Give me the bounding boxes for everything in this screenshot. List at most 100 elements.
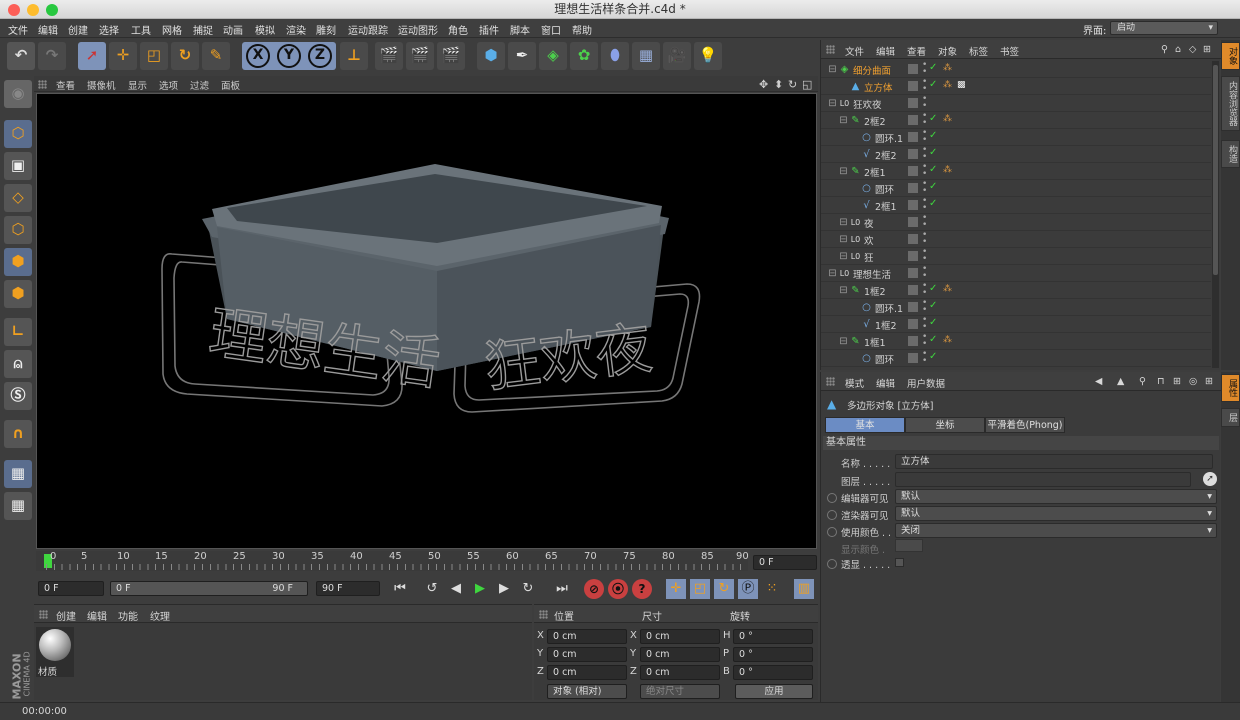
object-row[interactable]: ⊟ ✎ 2框1 • • ✓ ⁂ <box>821 163 1211 180</box>
object-row[interactable]: ⊟ ✎ 1框1 • • ✓ ⁂ <box>821 333 1211 350</box>
material-menu-edit[interactable]: 编辑 <box>87 608 107 623</box>
menu-render[interactable]: 渲染 <box>286 22 306 37</box>
menu-script[interactable]: 脚本 <box>510 22 530 37</box>
tab-coordinates[interactable]: 坐标 <box>905 417 985 433</box>
record-point-level-icon[interactable]: ⁙ <box>762 579 782 599</box>
layer-swatch[interactable] <box>908 336 918 346</box>
material-swatch[interactable]: 材质 <box>36 627 74 678</box>
expand-toggle-icon[interactable] <box>849 132 860 143</box>
object-row[interactable]: ○ 圆环.1 • • ✓ <box>821 299 1211 316</box>
rotation-b-field[interactable]: 0 ° <box>733 665 813 680</box>
enabled-check-icon[interactable]: ✓ <box>929 351 937 362</box>
zoom-window-button[interactable] <box>46 4 58 16</box>
editor-visible-select[interactable]: 默认 ▾ <box>895 489 1217 504</box>
phong-tag-icon[interactable]: ⁂ <box>943 63 952 73</box>
object-name[interactable]: 狂欢夜 <box>853 97 882 111</box>
menu-simulate[interactable]: 模拟 <box>255 22 275 37</box>
live-selection-icon[interactable]: ✎ <box>202 42 230 70</box>
floor-icon[interactable]: ▦ <box>632 42 660 70</box>
expand-toggle-icon[interactable]: ⊟ <box>838 285 849 296</box>
menu-tools[interactable]: 工具 <box>131 22 151 37</box>
previous-frame-icon[interactable]: ◀ <box>446 579 466 599</box>
position-x-field[interactable]: 0 cm <box>547 629 627 644</box>
name-field[interactable]: 立方体 <box>895 454 1213 469</box>
search-icon[interactable]: ⚲ <box>1139 376 1146 387</box>
filter-icon[interactable]: ◇ <box>1189 44 1196 55</box>
expand-toggle-icon[interactable] <box>849 200 860 211</box>
menu-select[interactable]: 选择 <box>99 22 119 37</box>
texture-mode-icon[interactable]: ▣ <box>4 152 32 180</box>
visibility-dots-icon[interactable]: • • <box>922 214 927 230</box>
viewport-move-icon[interactable]: ✥ <box>759 78 768 91</box>
expand-toggle-icon[interactable] <box>838 81 849 92</box>
coordinate-mode-select[interactable]: 对象 (相对) <box>547 684 627 699</box>
om-menu-objects[interactable]: 对象 <box>938 44 957 58</box>
animate-radio[interactable] <box>827 510 837 520</box>
layer-swatch[interactable] <box>908 115 918 125</box>
expand-toggle-icon[interactable]: ⊟ <box>838 217 849 228</box>
camera-icon[interactable]: 🎥 <box>663 42 691 70</box>
layer-swatch[interactable] <box>908 98 918 108</box>
visibility-dots-icon[interactable]: • • <box>922 350 927 366</box>
object-row[interactable]: ○ 圆环.1 • • ✓ <box>821 129 1211 146</box>
y-axis-lock-icon[interactable]: Y <box>277 44 301 68</box>
new-window-icon[interactable]: ⊞ <box>1205 376 1213 387</box>
timeline-ruler[interactable]: 0 5 10 15 20 25 30 35 40 45 50 55 60 65 … <box>36 551 749 571</box>
am-menu-mode[interactable]: 模式 <box>845 376 864 390</box>
object-row[interactable]: ▲ 立方体 • • ✓ ⁂ ▩ <box>821 78 1211 95</box>
model-mode-icon[interactable]: ⬡ <box>4 120 32 148</box>
magnet-icon[interactable]: ∩ <box>4 420 32 448</box>
menu-plugins[interactable]: 插件 <box>479 22 499 37</box>
redo-icon[interactable]: ↷ <box>38 42 66 70</box>
record-keys-icon[interactable]: ⊘ <box>584 579 604 599</box>
animate-radio[interactable] <box>827 527 837 537</box>
menu-window[interactable]: 窗口 <box>541 22 561 37</box>
home-icon[interactable]: ⌂ <box>1175 44 1181 55</box>
use-color-select[interactable]: 关闭 ▾ <box>895 523 1217 538</box>
menu-file[interactable]: 文件 <box>8 22 28 37</box>
tab-basic[interactable]: 基本 <box>825 417 905 433</box>
grip-icon[interactable] <box>39 610 48 619</box>
om-menu-view[interactable]: 查看 <box>907 44 926 58</box>
visibility-dots-icon[interactable]: • • <box>922 299 927 315</box>
om-menu-bookmarks[interactable]: 书签 <box>1000 44 1019 58</box>
object-name[interactable]: 细分曲面 <box>853 63 891 77</box>
object-name[interactable]: 理想生活 <box>853 267 891 281</box>
layer-swatch[interactable] <box>908 285 918 295</box>
layer-pick-icon[interactable]: ➚ <box>1203 472 1217 486</box>
deformer-icon[interactable]: ⬮ <box>601 42 629 70</box>
size-x-field[interactable]: 0 cm <box>640 629 720 644</box>
visibility-dots-icon[interactable]: • • <box>922 112 927 128</box>
target-icon[interactable]: ◎ <box>1189 376 1197 387</box>
object-row[interactable]: ⊟ L0 欢 • • <box>821 231 1211 248</box>
om-menu-file[interactable]: 文件 <box>845 44 864 58</box>
subdivision-surface-icon[interactable]: ◈ <box>539 42 567 70</box>
render-view-icon[interactable]: 🎬 <box>375 42 403 70</box>
enabled-check-icon[interactable]: ✓ <box>929 198 937 209</box>
timeline-window-icon[interactable]: ▥ <box>794 579 814 599</box>
menu-edit[interactable]: 编辑 <box>38 22 58 37</box>
object-name[interactable]: 圆环 <box>875 182 894 196</box>
next-frame-icon[interactable]: ▶ <box>494 579 514 599</box>
expand-toggle-icon[interactable]: ⊟ <box>838 166 849 177</box>
object-row[interactable]: ⊟ ✎ 2框2 • • ✓ ⁂ <box>821 112 1211 129</box>
viewport-menu-cameras[interactable]: 摄像机 <box>87 78 116 92</box>
menu-character[interactable]: 角色 <box>448 22 468 37</box>
expand-toggle-icon[interactable]: ⊟ <box>827 268 838 279</box>
viewport-toggle-icon[interactable]: ◱ <box>802 78 812 91</box>
layer-swatch[interactable] <box>908 217 918 227</box>
display-color-swatch[interactable] <box>895 539 923 552</box>
layout-select[interactable]: 启动 ▾ <box>1110 21 1218 35</box>
visibility-dots-icon[interactable]: • • <box>922 163 927 179</box>
expand-toggle-icon[interactable] <box>849 183 860 194</box>
layer-swatch[interactable] <box>908 353 918 363</box>
minimize-window-button[interactable] <box>27 4 39 16</box>
object-row[interactable]: √ 2框1 • • ✓ <box>821 197 1211 214</box>
tab-phong[interactable]: 平滑着色(Phong) <box>985 417 1065 433</box>
tweak-mode-icon[interactable]: ⍝ <box>4 350 32 378</box>
viewport-menu-panel[interactable]: 面板 <box>221 78 240 92</box>
go-to-end-icon[interactable]: ⏭ <box>552 579 572 599</box>
visibility-dots-icon[interactable]: • • <box>922 95 927 111</box>
grip-icon[interactable] <box>826 45 835 54</box>
enabled-check-icon[interactable]: ✓ <box>929 164 937 175</box>
